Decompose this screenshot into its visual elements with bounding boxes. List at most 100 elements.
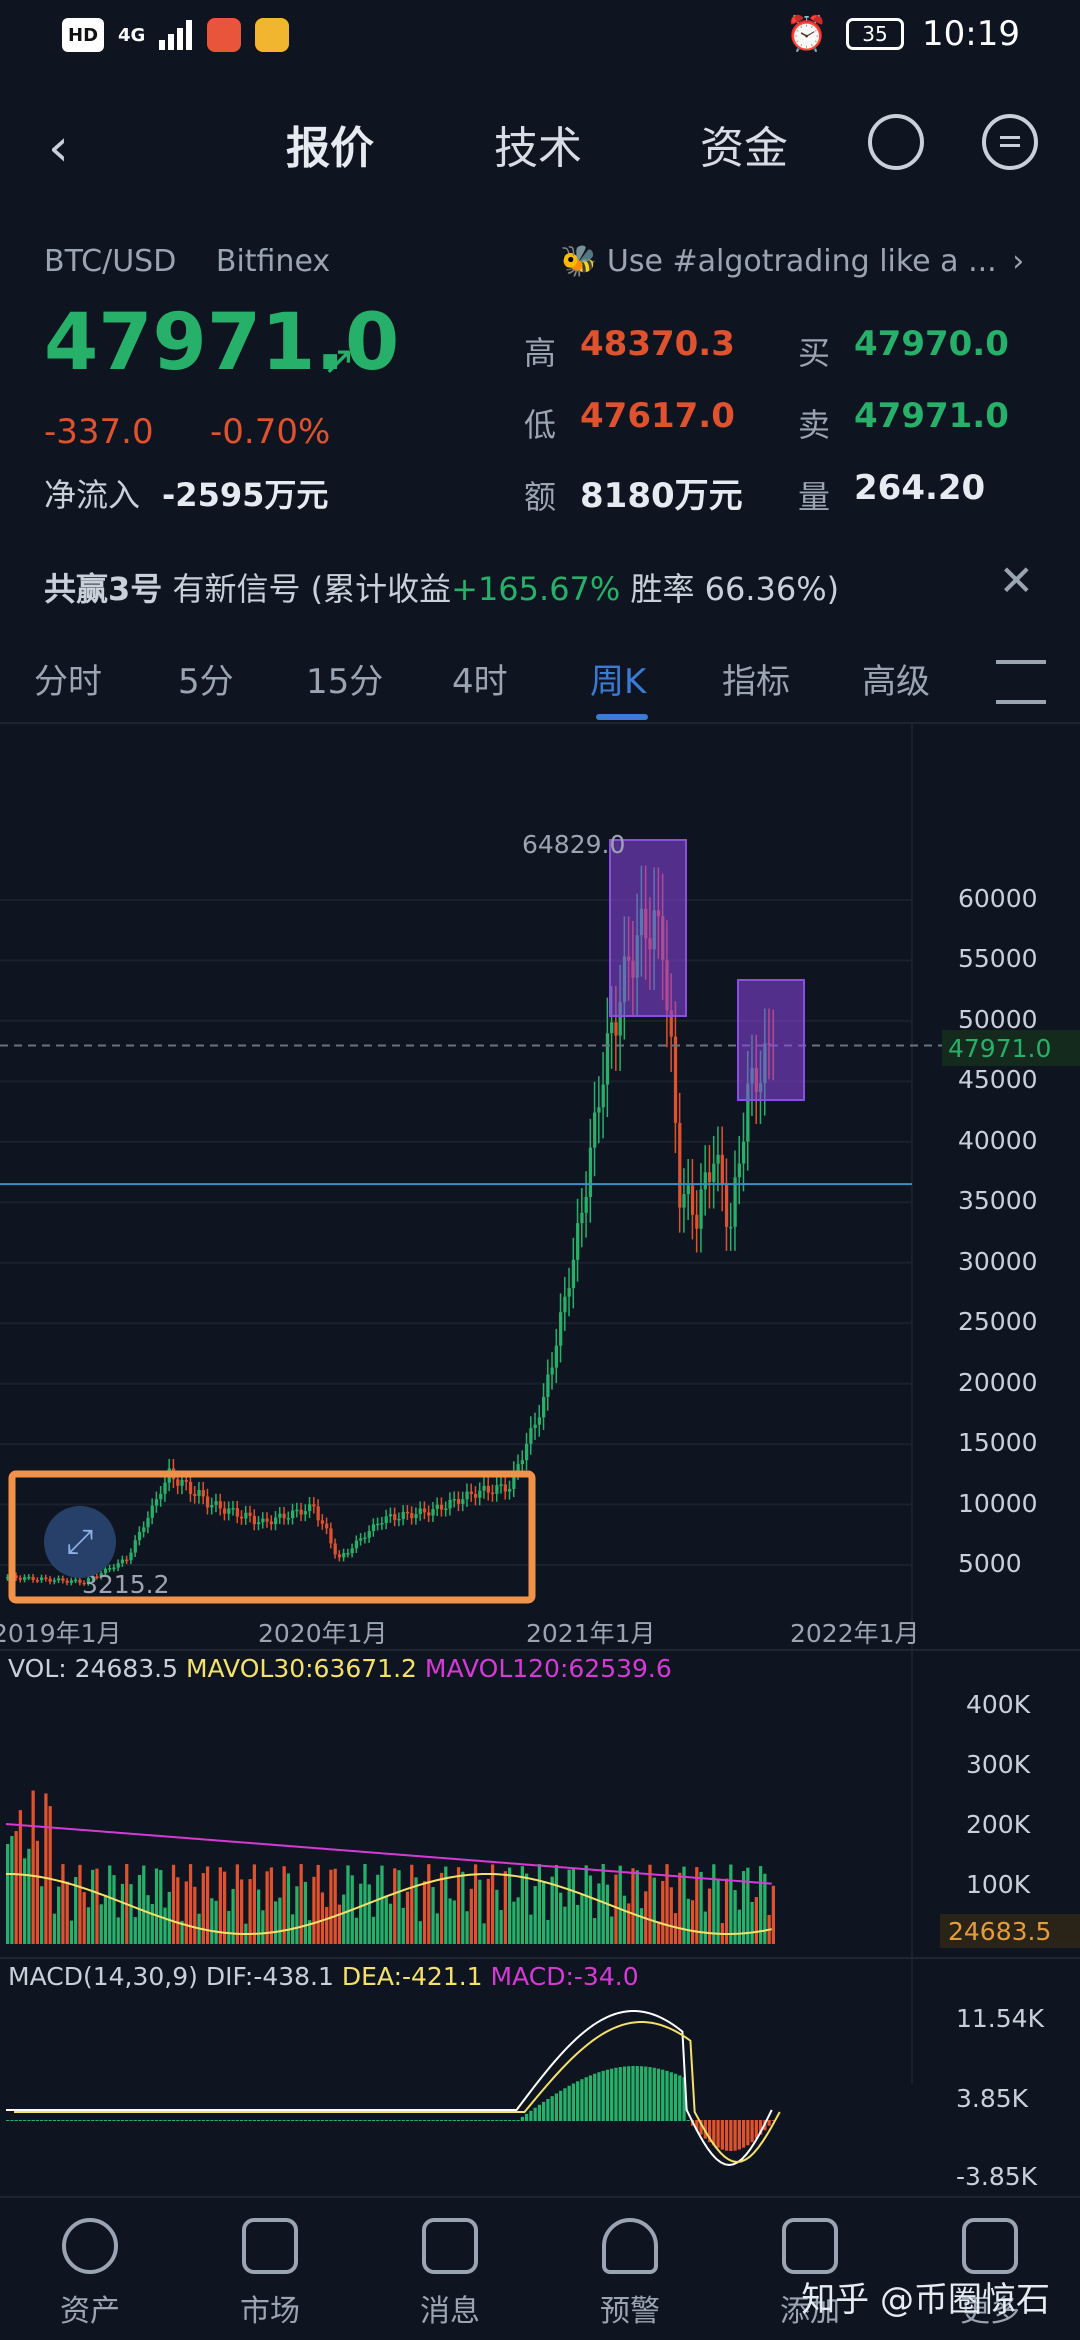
search-icon[interactable] bbox=[868, 114, 924, 170]
macd-bar bbox=[129, 2120, 133, 2121]
volume-bar bbox=[31, 1790, 35, 1944]
period-tab[interactable]: 4时 bbox=[452, 654, 508, 703]
candle-body bbox=[57, 1578, 61, 1581]
macd-bar bbox=[618, 2067, 622, 2121]
volume-bar bbox=[605, 1884, 610, 1944]
macd-bar bbox=[205, 2120, 210, 2121]
macd-bar bbox=[444, 2120, 448, 2121]
candle-body bbox=[448, 1499, 452, 1509]
nav-assets[interactable]: 资产 bbox=[0, 2218, 180, 2330]
volume-bar bbox=[495, 1889, 499, 1944]
candle-body bbox=[205, 1496, 210, 1508]
macd-bar bbox=[525, 2113, 529, 2121]
candle-body bbox=[418, 1508, 422, 1515]
volume-bar bbox=[661, 1880, 665, 1944]
volume-bar bbox=[631, 1868, 635, 1944]
candle-body bbox=[231, 1508, 235, 1510]
nav-market[interactable]: 市场 bbox=[180, 2218, 360, 2330]
candle-body bbox=[576, 1223, 580, 1260]
nav-messages[interactable]: 消息 bbox=[360, 2218, 540, 2330]
period-tab[interactable]: 分时 bbox=[34, 654, 102, 703]
macd-bar bbox=[146, 2120, 150, 2121]
candle-body bbox=[48, 1578, 52, 1582]
macd-bar bbox=[648, 2067, 652, 2121]
period-tab[interactable]: 5分 bbox=[178, 654, 234, 703]
menu-icon[interactable] bbox=[982, 114, 1038, 170]
macd-bar bbox=[733, 2120, 737, 2151]
period-tab-weekly[interactable]: 周K bbox=[590, 654, 646, 703]
macd-bar bbox=[23, 2120, 27, 2121]
macd-bar bbox=[10, 2120, 14, 2121]
macd-bar bbox=[116, 2120, 120, 2121]
back-icon[interactable]: ‹ bbox=[48, 118, 69, 178]
candle-body bbox=[614, 1022, 618, 1036]
volume-bar bbox=[120, 1883, 125, 1944]
buy-value: 47970.0 bbox=[854, 324, 1009, 364]
alarm-icon: ⏰ bbox=[785, 14, 829, 54]
macd-bar bbox=[150, 2120, 154, 2121]
price-change: -337.0 bbox=[44, 412, 154, 452]
candle-body bbox=[376, 1523, 380, 1526]
candle-body bbox=[520, 1460, 525, 1465]
macd-bar bbox=[180, 2120, 184, 2121]
macd-bar bbox=[635, 2066, 639, 2121]
signal-banner[interactable]: 共赢3号 有新信号 (累计收益+165.67% 胜率 66.36%) bbox=[44, 564, 839, 610]
pair-info: BTC/USD Bitfinex bbox=[44, 244, 360, 279]
tab-funds[interactable]: 资金 bbox=[700, 112, 788, 176]
macd-bar bbox=[669, 2072, 673, 2121]
macd-bar bbox=[154, 2120, 159, 2121]
macd-bar bbox=[337, 2120, 342, 2121]
volume-bar bbox=[601, 1864, 605, 1944]
volume-bars bbox=[5, 1790, 775, 1944]
macd-bar bbox=[286, 2120, 291, 2121]
candle-body bbox=[363, 1537, 367, 1540]
volume-bar bbox=[10, 1836, 14, 1944]
advanced-dropdown[interactable]: 高级 bbox=[862, 654, 930, 703]
expand-icon[interactable]: ⤢ bbox=[44, 1506, 116, 1578]
macd-bar bbox=[354, 2120, 359, 2121]
high-label: 高 bbox=[524, 334, 557, 372]
tab-technical[interactable]: 技术 bbox=[494, 112, 582, 176]
netflow: 净流入 -2595万元 bbox=[44, 470, 328, 516]
period-tab[interactable]: 15分 bbox=[306, 654, 383, 703]
macd-bar bbox=[393, 2120, 397, 2121]
chart-settings-icon[interactable] bbox=[996, 660, 1046, 704]
nav-alerts[interactable]: 预警 bbox=[540, 2218, 720, 2330]
candle-body bbox=[414, 1514, 418, 1519]
volume-bar bbox=[112, 1875, 116, 1944]
low-label: 低 bbox=[524, 406, 557, 444]
candle-body bbox=[18, 1578, 23, 1580]
candle-body bbox=[593, 1112, 597, 1148]
tab-quote[interactable]: 报价 bbox=[286, 112, 374, 176]
volume-bar bbox=[469, 1888, 473, 1944]
volume-bar bbox=[478, 1879, 482, 1944]
candle-body bbox=[312, 1504, 316, 1507]
volume-bar bbox=[35, 1840, 40, 1944]
candle-body bbox=[456, 1499, 461, 1504]
volume-bar bbox=[312, 1876, 316, 1944]
indicator-dropdown[interactable]: 指标 bbox=[722, 654, 790, 703]
macd-bar bbox=[320, 2120, 325, 2121]
volume-bar bbox=[61, 1864, 65, 1944]
macd-bar bbox=[469, 2120, 473, 2121]
candle-body bbox=[422, 1508, 427, 1513]
sell-value: 47971.0 bbox=[854, 396, 1009, 436]
macd-bar bbox=[57, 2120, 61, 2121]
volume-bar bbox=[422, 1881, 427, 1944]
candle-body bbox=[499, 1484, 503, 1486]
macd-axis-tick: -3.85K bbox=[956, 2162, 1038, 2191]
candle-body bbox=[74, 1579, 78, 1582]
volume-axis-tick: 100K bbox=[966, 1870, 1031, 1899]
volume-bar bbox=[639, 1908, 644, 1944]
promo-link[interactable]: 🐝 Use #algotrading like a ... › bbox=[560, 244, 1040, 279]
candle-body bbox=[473, 1494, 478, 1498]
candle-body bbox=[116, 1563, 120, 1568]
mavol30-label: MAVOL30:63671.2 bbox=[185, 1654, 417, 1683]
macd-bar bbox=[741, 2120, 746, 2148]
close-icon[interactable]: ✕ bbox=[999, 556, 1034, 605]
volume-bar bbox=[703, 1911, 707, 1944]
volume-bar bbox=[750, 1901, 754, 1944]
candle-body bbox=[567, 1288, 571, 1297]
candle-body bbox=[703, 1172, 707, 1190]
signal-text: 有新信号 (累计收益 bbox=[172, 570, 452, 608]
